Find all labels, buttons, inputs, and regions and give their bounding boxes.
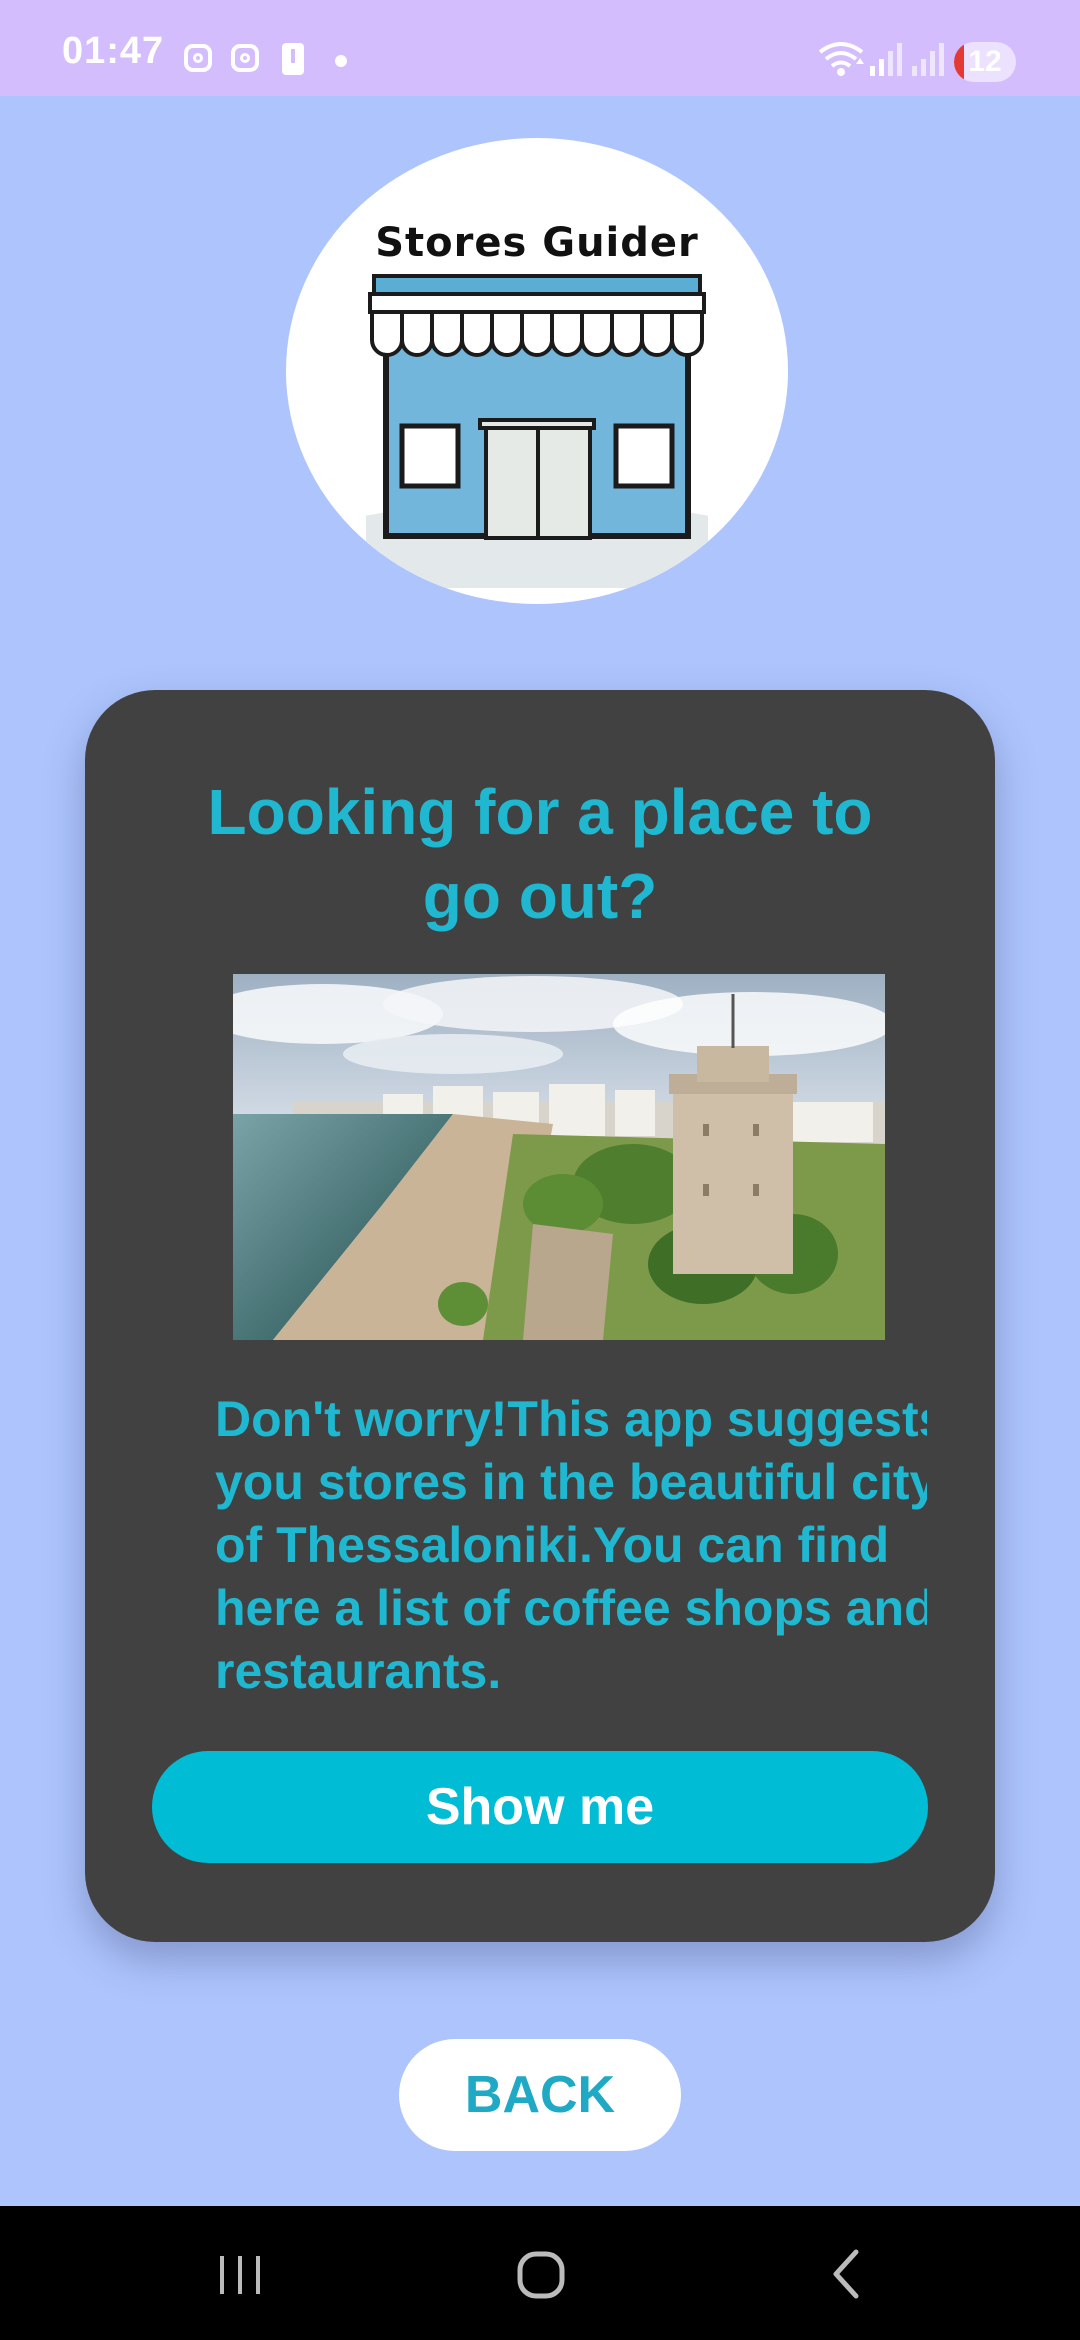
status-bar: 01:47 12: [0, 0, 1080, 96]
info-card: Looking for a place to go out? Don't wor…: [85, 690, 995, 1942]
status-time: 01:47: [62, 30, 165, 72]
dot-icon: [335, 55, 347, 67]
thessaloniki-white-tower-image: [233, 974, 885, 1340]
back-icon[interactable]: [804, 2234, 884, 2314]
navigation-bar: [0, 2206, 1080, 2340]
instagram-icon: [231, 44, 259, 72]
battery-level: 12: [968, 45, 1002, 78]
description-line: here a list of coffee shops and: [215, 1580, 927, 1636]
signal-icon: [912, 43, 944, 76]
card-title-line: go out?: [422, 860, 658, 932]
wifi-icon: [818, 42, 864, 76]
storefront-icon: [366, 274, 708, 588]
home-icon[interactable]: [500, 2234, 580, 2314]
show-me-button[interactable]: Show me: [152, 1751, 928, 1863]
recent-apps-icon[interactable]: [200, 2234, 280, 2314]
back-button[interactable]: BACK: [399, 2039, 681, 2151]
battery-alert-icon: [282, 43, 304, 75]
description-line: Don't worry!This app suggests: [215, 1391, 927, 1447]
card-description: Don't worry!This app suggests you stores…: [215, 1388, 927, 1703]
signal-icon: [870, 43, 902, 76]
card-title: Looking for a place to go out?: [145, 770, 935, 938]
app-logo: Stores Guider: [286, 138, 788, 604]
logo-text: Stores Guider: [375, 220, 699, 266]
description-line: you stores in the beautiful city: [215, 1454, 927, 1510]
card-title-line: Looking for a place to: [207, 776, 873, 848]
instagram-icon: [184, 44, 212, 72]
description-line: of Thessaloniki.You can find: [215, 1517, 890, 1573]
battery-icon: 12: [954, 42, 1016, 82]
description-line: restaurants.: [215, 1643, 502, 1699]
